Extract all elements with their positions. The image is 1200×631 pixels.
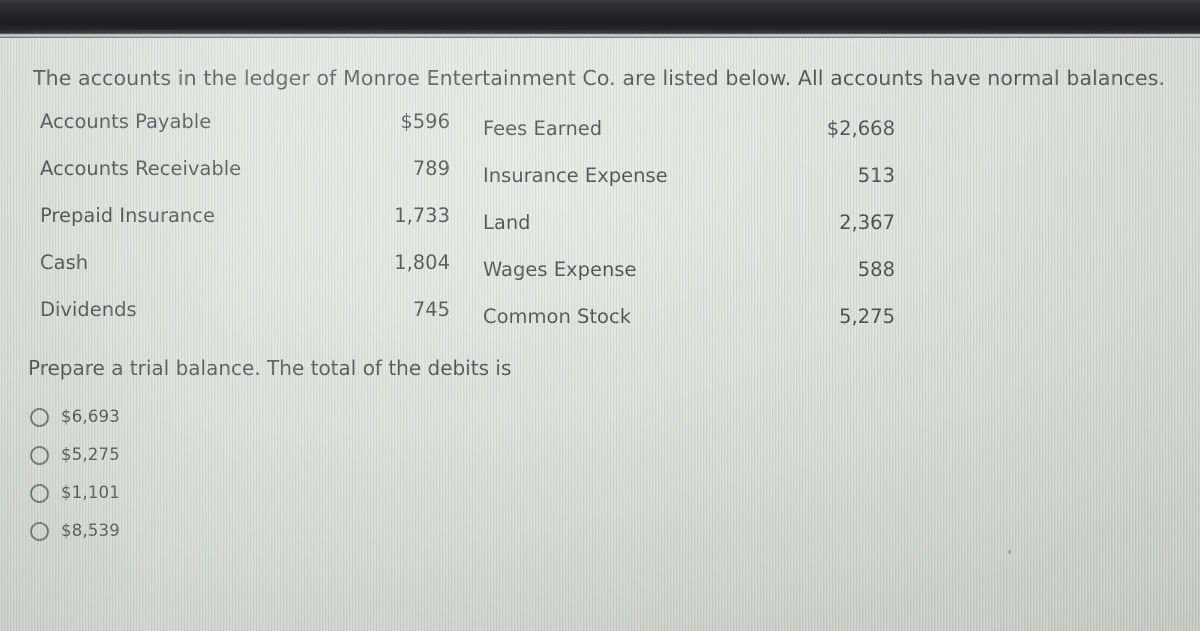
table-row: Accounts Payable $596 Fees Earned $2,668 bbox=[0, 110, 910, 157]
answer-choice-label: $5,275 bbox=[61, 445, 120, 464]
account-amount-left: 1,733 bbox=[394, 204, 450, 227]
account-name-right: Wages Expense bbox=[483, 258, 637, 281]
account-name-right: Fees Earned bbox=[483, 117, 603, 140]
answer-choice[interactable]: $5,275 bbox=[30, 436, 120, 474]
answer-choice-list: $6,693 $5,275 $1,101 $8,539 bbox=[30, 398, 120, 550]
answer-choice[interactable]: $1,101 bbox=[30, 474, 120, 512]
answer-choice-label: $6,693 bbox=[61, 407, 120, 426]
account-name-right: Land bbox=[483, 211, 531, 234]
answer-choice[interactable]: $6,693 bbox=[30, 398, 120, 436]
table-row: Prepaid Insurance 1,733 Land 2,367 bbox=[0, 204, 910, 251]
question-prompt: Prepare a trial balance. The total of th… bbox=[28, 356, 512, 380]
radio-button-icon[interactable] bbox=[30, 407, 49, 427]
table-row: Cash 1,804 Wages Expense 588 bbox=[0, 251, 910, 298]
radio-button-icon[interactable] bbox=[30, 445, 49, 465]
account-amount-right: 2,367 bbox=[839, 211, 895, 234]
account-amount-right: 588 bbox=[857, 258, 895, 281]
account-amount-left: 1,804 bbox=[394, 251, 450, 274]
table-row: Dividends 745 Common Stock 5,275 bbox=[0, 298, 910, 345]
account-amount-left: 745 bbox=[412, 298, 450, 321]
radio-button-icon[interactable] bbox=[30, 521, 49, 541]
account-amount-right: $2,668 bbox=[826, 117, 895, 140]
problem-statement: The accounts in the ledger of Monroe Ent… bbox=[33, 66, 1166, 90]
account-name-left: Prepaid Insurance bbox=[40, 204, 215, 227]
account-name-right: Common Stock bbox=[483, 305, 631, 328]
monitor-bezel bbox=[0, 0, 1200, 38]
answer-choice-label: $8,539 bbox=[61, 521, 120, 540]
answer-choice-label: $1,101 bbox=[61, 483, 120, 502]
account-name-left: Dividends bbox=[40, 298, 137, 321]
account-name-left: Accounts Payable bbox=[40, 110, 212, 133]
accounts-table: Accounts Payable $596 Fees Earned $2,668… bbox=[0, 110, 910, 345]
screen-dust-speck bbox=[1008, 550, 1011, 554]
account-name-left: Accounts Receivable bbox=[40, 157, 242, 180]
account-name-left: Cash bbox=[40, 251, 89, 274]
account-name-right: Insurance Expense bbox=[483, 164, 668, 187]
screen-photograph: The accounts in the ledger of Monroe Ent… bbox=[0, 0, 1200, 631]
display-surface: The accounts in the ledger of Monroe Ent… bbox=[0, 38, 1200, 631]
answer-choice[interactable]: $8,539 bbox=[30, 512, 120, 550]
radio-button-icon[interactable] bbox=[30, 483, 49, 503]
table-row: Accounts Receivable 789 Insurance Expens… bbox=[0, 157, 910, 204]
question-page: The accounts in the ledger of Monroe Ent… bbox=[0, 38, 1200, 631]
account-amount-left: 789 bbox=[412, 157, 450, 180]
account-amount-left: $596 bbox=[400, 110, 450, 133]
account-amount-right: 513 bbox=[857, 164, 895, 187]
account-amount-right: 5,275 bbox=[839, 305, 895, 328]
